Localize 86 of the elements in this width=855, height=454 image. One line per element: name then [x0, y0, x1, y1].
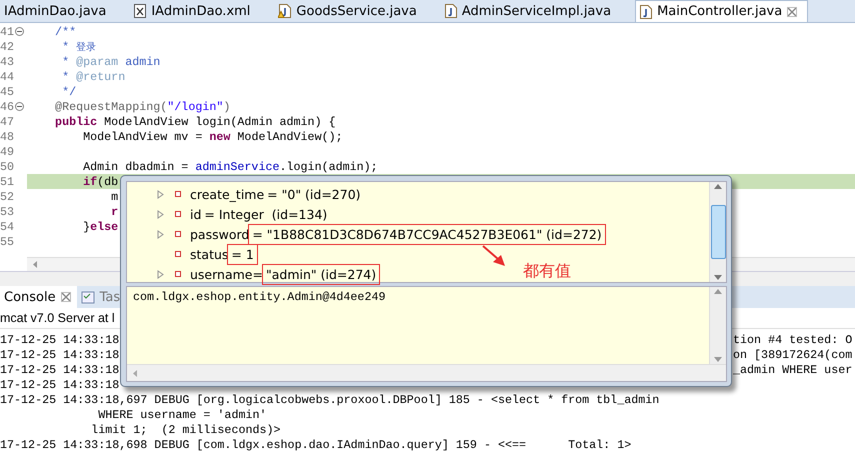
code-line: @RequestMapping("/login") [54, 100, 230, 114]
variable-value: = "0" (id=270) [266, 186, 362, 204]
line-number: 50 [0, 160, 14, 174]
editor-tab[interactable]: IAdminDao.xml [130, 0, 260, 22]
view-tab[interactable]: Console [0, 286, 77, 308]
code-line: /** [54, 24, 76, 38]
java-file-icon [640, 4, 652, 18]
console-line: tion #4 tested: O [733, 333, 854, 348]
console-line: 17-12-25 14:33:18 [0, 363, 120, 377]
code-line: * @param admin [61, 54, 160, 68]
line-number: 55 [0, 234, 14, 248]
fold-icon[interactable] [15, 27, 24, 36]
editor-tab[interactable]: MainController.java [635, 0, 808, 22]
line-number: 51 [0, 174, 14, 188]
console-line: WHERE username = 'admin' [97, 408, 267, 422]
field-icon [175, 251, 181, 257]
line-number: 45 [0, 84, 14, 98]
variable-name: create_time [190, 186, 264, 202]
variable-name: password [190, 226, 250, 242]
line-number: 48 [0, 130, 14, 144]
code-line: * 登录 [61, 40, 96, 54]
console-line: 17-12-25 14:33:18,697 DEBUG [org.logicalcobwebs.proxool.DBPool] 185 - <select * from tbl_admin [0, 393, 660, 407]
detail-text: com.ldgx.eshop.entity.Admin@4d4ee249 [133, 290, 386, 304]
code-line: ModelAndView mv = new ModelAndView(); [82, 130, 343, 144]
horizontal-scrollbar[interactable] [127, 364, 726, 381]
scroll-left-icon[interactable] [133, 370, 138, 376]
line-number: 42 [0, 40, 14, 54]
console-line: 17-12-25 14:33:18 [0, 348, 120, 362]
code-line: if(db [82, 174, 118, 188]
java-file-warning-icon [278, 4, 292, 18]
code-line: Admin dbadmin = adminService.login(admin); [82, 160, 378, 174]
field-icon [175, 271, 181, 277]
scroll-down-icon[interactable] [714, 357, 722, 362]
console-line: _admin WHERE user [733, 363, 854, 378]
scroll-up-icon[interactable] [714, 289, 722, 294]
code-line: }else [82, 220, 118, 234]
task-list-icon [80, 290, 95, 304]
fold-icon[interactable] [15, 102, 24, 111]
variable-value: "admin" (id=274) [262, 264, 380, 284]
line-number: 41 [0, 24, 14, 38]
variable-value: = 1 [228, 244, 257, 264]
console-line: 17-12-25 14:33:18 [0, 378, 120, 392]
line-number: 44 [0, 70, 14, 84]
java-file-icon [444, 4, 457, 18]
expand-triangle-icon[interactable] [157, 270, 164, 278]
code-line: public ModelAndView login(Admin admin) { [54, 114, 336, 128]
code-line: r [110, 204, 118, 218]
variable-name: status [190, 246, 228, 262]
line-number: 52 [0, 190, 14, 204]
close-icon[interactable] [60, 292, 71, 302]
vertical-scrollbar[interactable] [709, 182, 726, 282]
scroll-left-icon[interactable] [33, 261, 38, 268]
xml-file-icon [134, 4, 146, 18]
editor-tab[interactable]: GoodsService.java [274, 0, 427, 22]
console-line: 17-12-25 14:33:18 [0, 333, 120, 347]
scroll-up-icon[interactable] [714, 184, 722, 189]
vertical-scrollbar[interactable] [709, 287, 726, 364]
variable-name: username= [190, 266, 263, 282]
line-number: 54 [0, 220, 14, 234]
field-icon [175, 191, 181, 197]
expand-triangle-icon[interactable] [157, 230, 164, 238]
editor-tab[interactable]: IAdminDao.java [0, 0, 116, 22]
expand-triangle-icon[interactable] [157, 210, 164, 218]
console-line: limit 1; (2 milliseconds)> [90, 423, 281, 437]
line-number: 53 [0, 204, 14, 218]
line-number: 49 [0, 144, 14, 158]
line-number: 47 [0, 114, 14, 128]
close-icon[interactable] [787, 6, 798, 16]
code-line: * @return [61, 70, 126, 84]
scroll-down-icon[interactable] [714, 275, 722, 280]
code-line: m [110, 190, 118, 204]
variable-name: id [190, 206, 202, 222]
annotation-text: 都有值 [523, 261, 571, 282]
annotation-arrow [481, 244, 507, 268]
field-icon [175, 211, 181, 217]
field-icon [175, 231, 181, 237]
editor-tab[interactable]: AdminServiceImpl.java [440, 0, 622, 22]
console-line: 17-12-25 14:33:18,698 DEBUG [com.ldgx.eshop.dao.IAdminDao.query] 159 - <<== Total: 1> [0, 438, 632, 452]
line-number: 43 [0, 54, 14, 68]
variable-value: = Integer (id=134) [203, 206, 328, 224]
view-tab[interactable]: Tas [76, 286, 126, 308]
expand-triangle-icon[interactable] [157, 190, 164, 198]
variable-value: = "1B88C81D3C8D674B7CC9AC4527B3E061" (id=272) [249, 224, 605, 244]
code-line: */ [61, 84, 76, 98]
console-line: on [389172624(com. [733, 348, 855, 363]
line-number: 46 [0, 100, 14, 114]
